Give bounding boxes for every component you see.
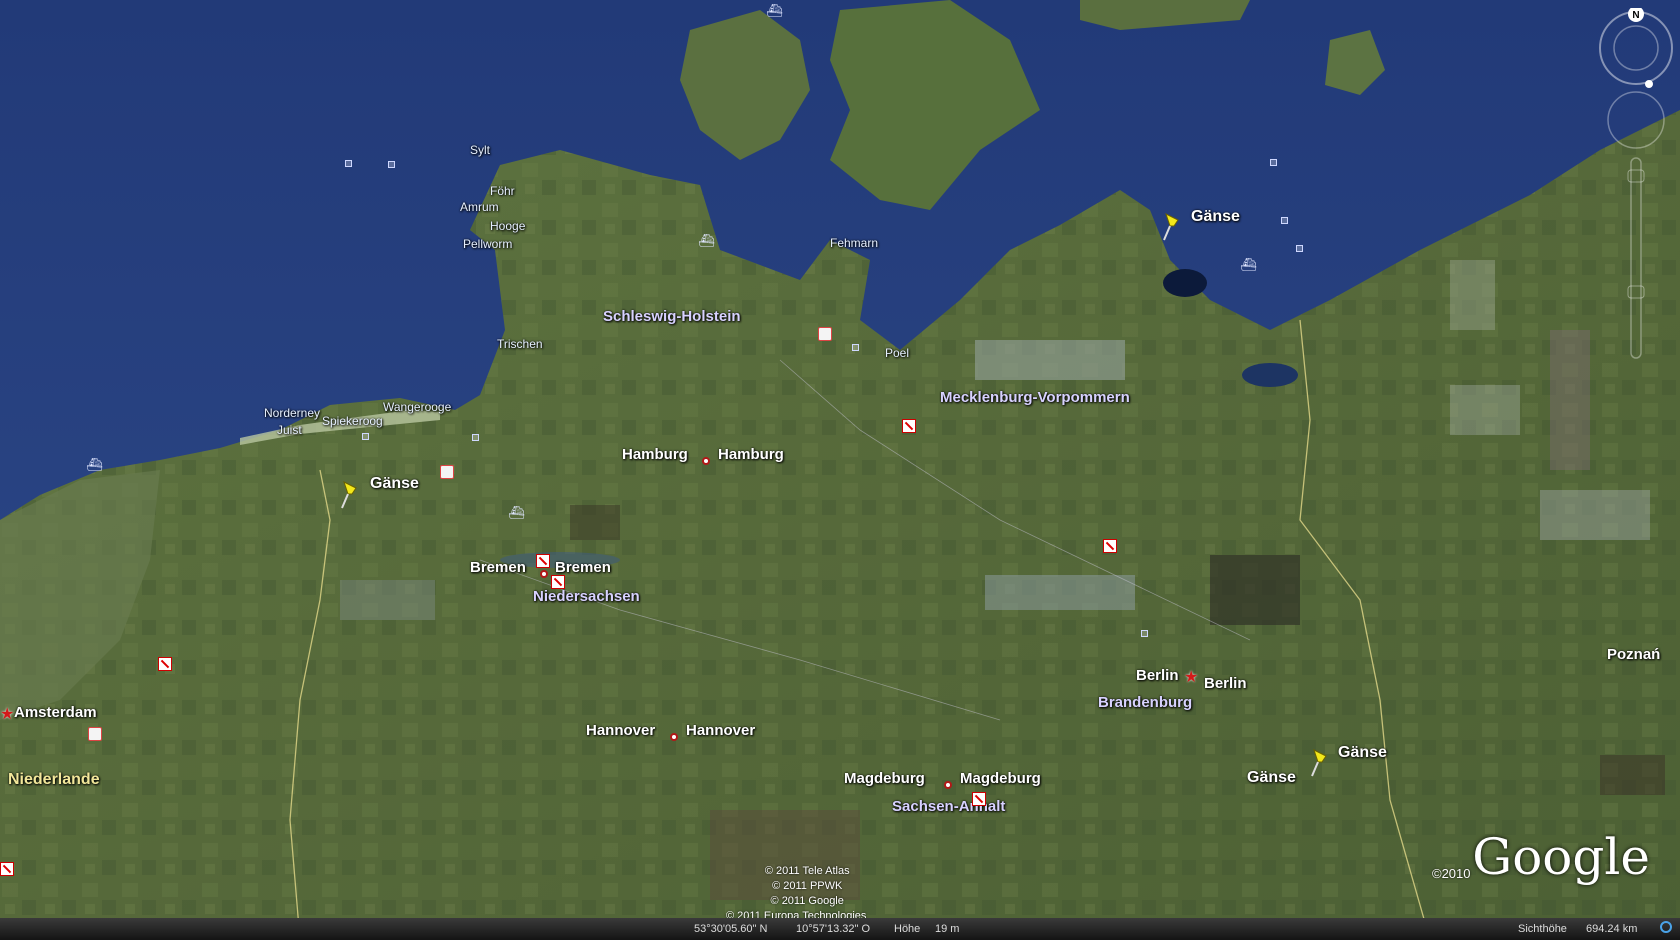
place-label-bremen[interactable]: Bremen xyxy=(470,560,526,575)
longitude-readout: 10°57'13.32" O xyxy=(796,923,871,935)
island-label: Sylt xyxy=(470,143,491,157)
google-logo: Google xyxy=(1472,828,1650,886)
placemark-label-gaense[interactable]: Gänse xyxy=(1247,770,1296,786)
status-bar: 53°30'05.60" N 10°57'13.32" O Höhe 19 m … xyxy=(0,918,1680,940)
place-label-poznan[interactable]: Poznań xyxy=(1607,647,1660,662)
eye-altitude-label: Sichthöhe xyxy=(1518,923,1567,935)
place-label-hannover[interactable]: Hannover xyxy=(586,723,655,738)
place-label-hamburg[interactable]: Hamburg xyxy=(718,447,784,462)
poi-marker-icon[interactable] xyxy=(902,419,916,433)
island-label: Amrum xyxy=(460,200,499,214)
copyright-line: © 2011 Tele Atlas xyxy=(764,865,850,877)
photo-marker-icon[interactable] xyxy=(818,327,832,341)
place-label-berlin[interactable]: Berlin xyxy=(1204,676,1247,691)
waypoint-marker[interactable] xyxy=(852,344,859,351)
placemark-label-gaense[interactable]: Gänse xyxy=(370,476,419,492)
capital-star-icon[interactable]: ★ xyxy=(0,707,14,723)
place-label-amsterdam[interactable]: Amsterdam xyxy=(14,705,97,720)
copyright-block: © 2011 Tele Atlas © 2011 PPWK © 2011 Goo… xyxy=(726,864,866,924)
island-label: Pellworm xyxy=(463,237,513,251)
ferry-icon[interactable]: ⛴ xyxy=(86,458,103,471)
island-label: Norderney xyxy=(264,406,321,420)
placemark-label-gaense[interactable]: Gänse xyxy=(1338,745,1387,761)
place-label-magdeburg[interactable]: Magdeburg xyxy=(960,771,1041,786)
region-label-schleswig-holstein: Schleswig-Holstein xyxy=(603,308,741,325)
waypoint-marker[interactable] xyxy=(1296,245,1303,252)
pushpin-icon[interactable] xyxy=(1160,212,1184,242)
place-label-hamburg[interactable]: Hamburg xyxy=(622,447,688,462)
placemark-label-gaense[interactable]: Gänse xyxy=(1191,209,1240,225)
capital-star-icon[interactable]: ★ xyxy=(1184,670,1198,686)
ferry-icon[interactable]: ⛴ xyxy=(1240,258,1257,271)
waypoint-marker[interactable] xyxy=(1281,217,1288,224)
country-label-niederlande: Niederlande xyxy=(8,771,100,788)
ferry-icon[interactable]: ⛴ xyxy=(766,4,783,17)
map-viewport[interactable]: Sylt Föhr Amrum Hooge Pellworm Trischen … xyxy=(0,0,1680,940)
ferry-icon[interactable]: ⛴ xyxy=(698,234,715,247)
poi-marker-icon[interactable] xyxy=(1103,539,1117,553)
elevation-value: 19 m xyxy=(935,923,960,935)
waypoint-marker[interactable] xyxy=(362,433,369,440)
pushpin-icon[interactable] xyxy=(1308,748,1332,778)
waypoint-marker[interactable] xyxy=(1270,159,1277,166)
pushpin-icon[interactable] xyxy=(338,480,362,510)
region-label-mecklenburg-vorpommern: Mecklenburg-Vorpommern xyxy=(940,389,1130,406)
island-label: Trischen xyxy=(497,337,543,351)
region-label-niedersachsen: Niedersachsen xyxy=(533,588,640,605)
region-label-brandenburg: Brandenburg xyxy=(1098,694,1193,711)
look-joystick[interactable] xyxy=(1607,91,1665,149)
island-label: Juist xyxy=(277,423,302,437)
place-label-berlin[interactable]: Berlin xyxy=(1136,668,1179,683)
region-label-sachsen-anhalt: Sachsen-Anhalt xyxy=(892,798,1006,815)
streaming-indicator-icon xyxy=(1660,921,1672,933)
waypoint-marker[interactable] xyxy=(1141,630,1148,637)
copyright-line: © 2011 PPWK xyxy=(772,880,843,892)
city-marker-hamburg[interactable] xyxy=(702,457,710,465)
waypoint-marker[interactable] xyxy=(388,161,395,168)
poi-marker-icon[interactable] xyxy=(536,554,550,568)
city-marker-bremen[interactable] xyxy=(540,570,548,578)
poi-marker-icon[interactable] xyxy=(551,575,565,589)
city-marker-hannover[interactable] xyxy=(670,733,678,741)
photo-marker-icon[interactable] xyxy=(440,465,454,479)
place-label-bremen[interactable]: Bremen xyxy=(555,560,611,575)
elevation-label: Höhe xyxy=(894,923,921,935)
place-label-magdeburg[interactable]: Magdeburg xyxy=(844,771,925,786)
city-marker-magdeburg[interactable] xyxy=(944,781,952,789)
zoom-slider[interactable] xyxy=(1627,157,1645,359)
poi-marker-icon[interactable] xyxy=(0,862,14,876)
poi-marker-icon[interactable] xyxy=(158,657,172,671)
eye-altitude-value: 694.24 km xyxy=(1586,923,1638,935)
copyright-line: © 2011 Google xyxy=(770,895,844,907)
latitude-readout: 53°30'05.60" N xyxy=(694,923,768,935)
map-terrain xyxy=(0,0,1680,940)
place-label-poel[interactable]: Poel xyxy=(885,347,909,359)
island-label: Spiekeroog xyxy=(322,414,383,428)
place-label-fehmarn[interactable]: Fehmarn xyxy=(830,237,878,249)
logo-year: ©2010 xyxy=(1432,866,1471,881)
waypoint-marker[interactable] xyxy=(345,160,352,167)
place-label-hannover[interactable]: Hannover xyxy=(686,723,755,738)
navigation-controls[interactable]: N xyxy=(1594,8,1674,368)
ferry-icon[interactable]: ⛴ xyxy=(508,506,525,519)
island-label: Wangerooge xyxy=(383,400,452,414)
photo-marker-icon[interactable] xyxy=(88,727,102,741)
poi-marker-icon[interactable] xyxy=(972,792,986,806)
island-label: Föhr xyxy=(490,184,515,198)
island-label: Hooge xyxy=(490,219,526,233)
waypoint-marker[interactable] xyxy=(472,434,479,441)
compass-north-label: N xyxy=(1632,10,1639,21)
